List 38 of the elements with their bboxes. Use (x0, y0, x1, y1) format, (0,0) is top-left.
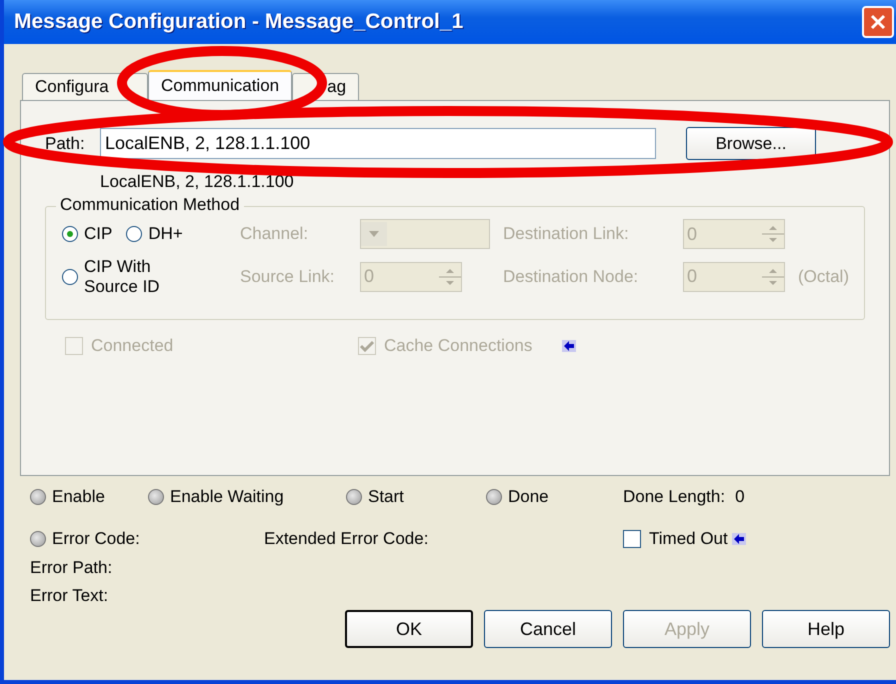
browse-button[interactable]: Browse... (686, 127, 816, 160)
radio-label: CIP (84, 224, 112, 244)
close-icon (868, 12, 888, 32)
field-label: Source Link: (240, 266, 336, 287)
field-label: Channel: (240, 224, 310, 244)
status-label: Enable Waiting (170, 487, 284, 507)
field-label: Destination Link: (503, 224, 630, 244)
close-button[interactable] (862, 6, 894, 38)
path-field[interactable]: LocalENB, 2, 128.1.1.100 (100, 128, 656, 159)
radio-button[interactable] (62, 226, 78, 242)
path-text: LocalENB, 2, 128.1.1.100 (100, 172, 295, 192)
status-label: Start (368, 487, 404, 507)
done-length-value: 0 (735, 487, 745, 507)
dialog-button[interactable]: Help (762, 610, 890, 648)
checkbox-label: Timed Out (649, 529, 728, 549)
status-label: Error Code: (52, 529, 140, 549)
extended-error-label: Extended Error Code: (264, 529, 428, 549)
check-icon (360, 340, 374, 352)
error-text-label: Error Text: (30, 585, 110, 607)
unit-label: (Octal) (798, 266, 850, 287)
status-label: Enable (52, 487, 105, 507)
checkbox-label: Connected (91, 336, 174, 356)
radio-label: DH+ (148, 224, 183, 244)
dialog-button[interactable]: Cancel (484, 610, 612, 648)
status-label: Done (508, 487, 549, 507)
caret-icon (369, 231, 379, 237)
checkbox-label: Cache Connections (384, 336, 532, 356)
field-label: Destination Node: (503, 266, 640, 287)
radio-button[interactable] (62, 268, 78, 285)
path-label: Path: (45, 134, 86, 154)
tab[interactable]: Communication (148, 70, 292, 100)
radio-label: CIP With Source ID (84, 257, 161, 296)
dialog-button[interactable]: OK (345, 610, 473, 648)
error-path-label: Error Path: (30, 557, 114, 579)
done-length-label: Done Length: (623, 487, 726, 507)
checkbox[interactable] (623, 530, 641, 548)
radio-button[interactable] (126, 226, 142, 242)
window-title: Message Configuration - Message_Control_1 (14, 10, 464, 34)
